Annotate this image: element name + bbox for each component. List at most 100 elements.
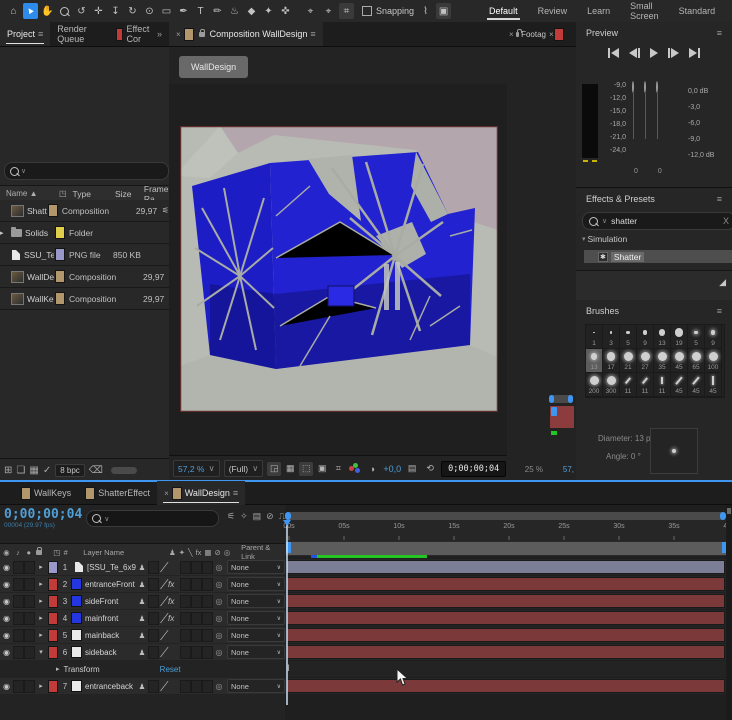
- column-name[interactable]: Name ▲: [0, 189, 59, 198]
- layer-name[interactable]: sideback: [85, 648, 136, 657]
- panel-menu-icon[interactable]: ≡: [717, 306, 722, 316]
- marker-bin-icon[interactable]: [727, 508, 731, 514]
- rect-tool-icon[interactable]: ▭: [159, 3, 174, 19]
- channels-icon[interactable]: [349, 462, 361, 475]
- switch-box[interactable]: [180, 577, 191, 591]
- layer-name[interactable]: entranceFront: [85, 580, 136, 589]
- effects-group-row[interactable]: ▾ Simulation: [582, 234, 627, 244]
- composition-viewer[interactable]: [169, 84, 507, 455]
- first-frame-button[interactable]: [608, 48, 619, 58]
- comp-flowchart-icon[interactable]: ⚟: [227, 511, 235, 522]
- shy-toggle[interactable]: ♟: [136, 614, 148, 623]
- eye-column-icon[interactable]: ◉: [0, 548, 13, 557]
- brush-21[interactable]: 21: [620, 349, 637, 373]
- last-frame-button[interactable]: [689, 48, 700, 58]
- brush-200[interactable]: 200: [586, 373, 603, 397]
- label-column-icon[interactable]: ◳: [50, 548, 64, 557]
- layer-name[interactable]: mainback: [85, 631, 136, 640]
- panel-menu-icon[interactable]: ≡: [310, 29, 315, 39]
- close-icon[interactable]: ×: [509, 30, 514, 39]
- parent-dropdown[interactable]: None ∨: [227, 645, 285, 659]
- motion-blur-icon[interactable]: ⊘: [266, 511, 274, 522]
- current-time-display[interactable]: 0;00;00;04: [0, 508, 82, 522]
- brush-65[interactable]: 65: [688, 349, 705, 373]
- brush-1[interactable]: 1: [586, 325, 603, 349]
- lock-column-icon[interactable]: [36, 546, 42, 555]
- solo-toggle[interactable]: [24, 645, 35, 659]
- brush-5[interactable]: 5: [688, 325, 705, 349]
- close-icon[interactable]: ×: [176, 30, 181, 39]
- layer-name[interactable]: mainfront: [85, 614, 136, 623]
- audio-knob-slider[interactable]: [632, 81, 634, 139]
- layer-row-entranceFront[interactable]: ◉ ▸ 2 entranceFront ♟ ╱ fx ◎ None ∨: [0, 576, 285, 592]
- view-axis-icon[interactable]: ⌗: [339, 3, 354, 19]
- solo-column-icon[interactable]: ●: [23, 548, 34, 557]
- switch-box[interactable]: [191, 679, 202, 693]
- collapse-toggle[interactable]: [148, 577, 159, 591]
- panel-menu-icon[interactable]: ≡: [38, 29, 43, 39]
- magnification-dropdown[interactable]: 57,2 % ∨: [173, 460, 220, 477]
- brush-35[interactable]: 35: [654, 349, 671, 373]
- exposure-value[interactable]: +0,0: [383, 464, 401, 474]
- preview-toggle[interactable]: ◲: [267, 461, 282, 476]
- tab-effect-controls[interactable]: Effect Cor »: [109, 22, 169, 46]
- expand-arrow-icon[interactable]: ▸: [35, 597, 47, 605]
- panel-menu-icon[interactable]: ≡: [717, 28, 722, 38]
- brush-13[interactable]: 13: [654, 325, 671, 349]
- brush-11[interactable]: 11: [637, 373, 654, 397]
- shy-toggle[interactable]: ♟: [136, 580, 148, 589]
- project-item-shattereffect[interactable]: ShatterEffect Composition 29,97⚟: [0, 200, 169, 222]
- column-size[interactable]: Size: [115, 189, 144, 199]
- mini-playhead[interactable]: [551, 407, 557, 416]
- brush-45[interactable]: 45: [671, 349, 688, 373]
- brush-5[interactable]: 5: [620, 325, 637, 349]
- search-caret-icon[interactable]: ∨: [21, 167, 26, 175]
- next-frame-button[interactable]: [668, 48, 679, 58]
- parent-pickwhip-icon[interactable]: ◎: [213, 648, 225, 657]
- solid-color-swatch[interactable]: [71, 646, 82, 658]
- parent-dropdown[interactable]: None ∨: [227, 560, 285, 574]
- clone-stamp-tool-icon[interactable]: ♨: [227, 3, 242, 19]
- timecode-display[interactable]: 0;00;00;04: [441, 460, 507, 477]
- trash-icon[interactable]: ⌫: [89, 465, 103, 476]
- layer-bar-row[interactable]: [285, 593, 726, 609]
- layer-bar-row[interactable]: [285, 678, 726, 694]
- color-settings-icon[interactable]: ✓: [43, 465, 51, 476]
- interpret-footage-icon[interactable]: ⊞: [4, 465, 12, 476]
- grid-icon[interactable]: ▣: [436, 3, 452, 19]
- close-icon[interactable]: ×: [164, 489, 169, 498]
- roto-brush-tool-icon[interactable]: ✦: [261, 3, 276, 19]
- scroll-pill[interactable]: [110, 466, 137, 474]
- label-color-swatch[interactable]: [48, 679, 58, 693]
- quality-toggle[interactable]: ╱: [159, 562, 168, 573]
- switch-column-icon-0[interactable]: ♟: [169, 548, 176, 557]
- parent-pickwhip-icon[interactable]: ◎: [213, 597, 225, 606]
- parent-pickwhip-icon[interactable]: ◎: [213, 682, 225, 691]
- switch-box[interactable]: [202, 560, 213, 574]
- solo-toggle[interactable]: [24, 560, 35, 574]
- tab-composition-walldesign[interactable]: × Composition WallDesign ≡: [169, 22, 323, 46]
- workspace-learn[interactable]: Learn: [577, 1, 620, 21]
- dolly-camera-tool-icon[interactable]: ↧: [108, 3, 123, 19]
- layer-name[interactable]: sideFront: [85, 597, 136, 606]
- layer-bar-row[interactable]: I: [285, 661, 726, 677]
- switch-box[interactable]: [202, 577, 213, 591]
- solid-color-swatch[interactable]: [71, 680, 82, 692]
- quality-toggle[interactable]: ╱: [159, 596, 168, 607]
- brush-tool-icon[interactable]: ✏: [210, 3, 225, 19]
- parent-dropdown[interactable]: None ∨: [227, 679, 285, 693]
- shy-toggle[interactable]: ♟: [136, 597, 148, 606]
- quality-toggle[interactable]: ╱: [159, 647, 168, 658]
- layer-row-SSU_Te_6x994png[interactable]: ◉ ▸ 1 [SSU_Te_6x994.png]♟ ╱ ◎ None ∨: [0, 559, 285, 575]
- timeline-search[interactable]: ∨: [86, 510, 219, 527]
- visibility-toggle[interactable]: ◉: [0, 682, 13, 691]
- expand-arrow-icon[interactable]: ▸: [35, 563, 47, 571]
- quality-toggle[interactable]: ╱: [159, 579, 168, 590]
- layer-bar-row[interactable]: [285, 627, 726, 643]
- expand-arrow-icon[interactable]: ▾: [35, 648, 47, 656]
- collapse-toggle[interactable]: [148, 628, 159, 642]
- playhead[interactable]: [283, 520, 291, 705]
- audio-knob-slider[interactable]: [656, 81, 658, 139]
- shy-toggle[interactable]: ♟: [136, 631, 148, 640]
- label-swatch[interactable]: [47, 204, 58, 217]
